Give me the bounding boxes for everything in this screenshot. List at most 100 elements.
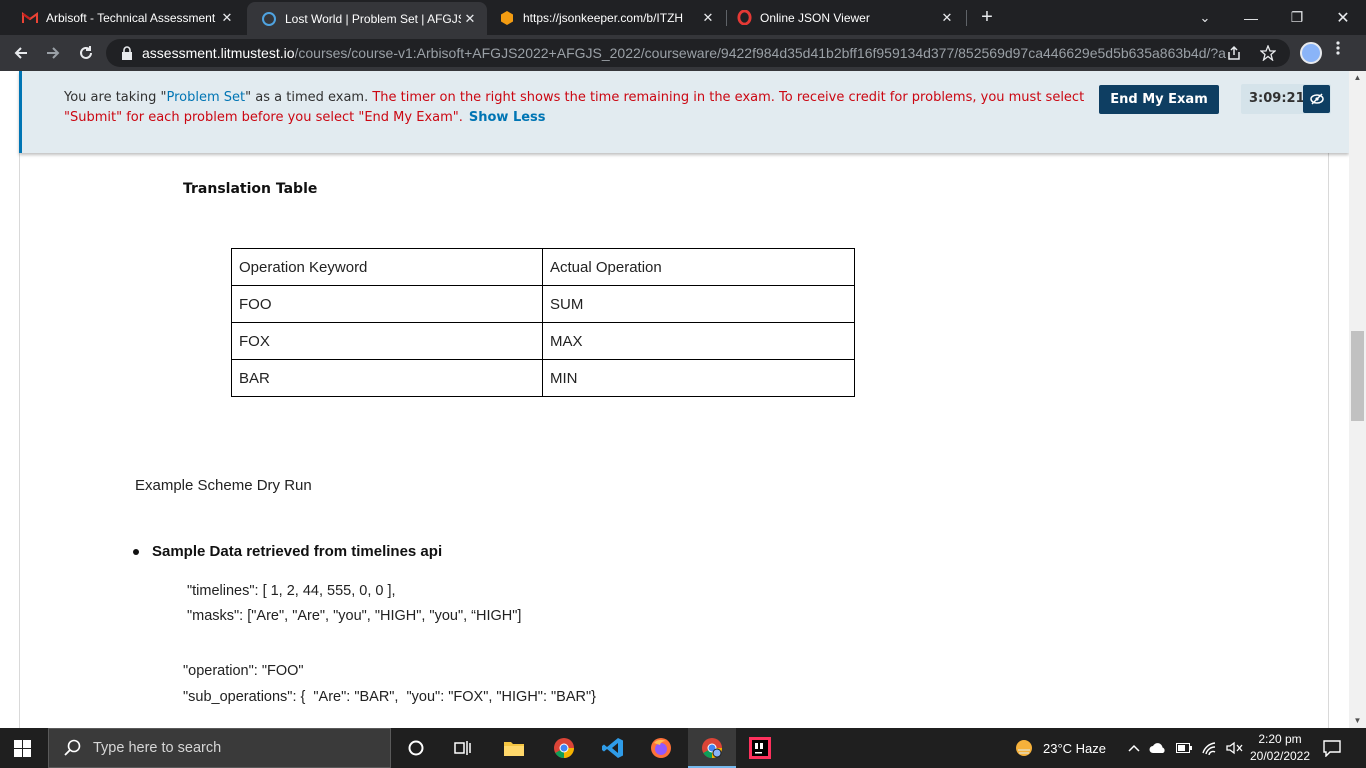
- eye-slash-icon: [1309, 93, 1324, 105]
- tab-title: https://jsonkeeper.com/b/ITZH: [523, 10, 684, 25]
- table-cell: SUM: [542, 285, 855, 323]
- table-cell: MIN: [542, 359, 855, 397]
- code-timelines: "timelines": [ 1, 2, 44, 555, 0, 0 ],: [187, 583, 396, 599]
- reload-button[interactable]: [73, 40, 99, 66]
- translation-table-heading: Translation Table: [183, 181, 318, 197]
- weather-haze-icon: [1016, 740, 1032, 756]
- clock-time: 2:20 pm: [1258, 732, 1302, 746]
- tab-separator: [966, 10, 967, 26]
- bullet-icon: [133, 548, 139, 555]
- volume-muted-icon[interactable]: [1226, 741, 1244, 755]
- clock-date: 20/02/2022: [1249, 749, 1311, 763]
- scroll-down-icon[interactable]: ▼: [1349, 714, 1366, 728]
- edx-icon: [261, 11, 277, 27]
- wifi-icon[interactable]: [1201, 741, 1217, 755]
- dry-run-heading: Example Scheme Dry Run: [135, 477, 312, 494]
- search-icon: [64, 739, 81, 756]
- end-my-exam-button[interactable]: End My Exam: [1099, 85, 1219, 114]
- battery-icon[interactable]: [1176, 743, 1192, 753]
- vscode-icon[interactable]: [601, 736, 625, 760]
- chrome-profile-icon[interactable]: [700, 736, 724, 760]
- onedrive-cloud-icon[interactable]: [1149, 742, 1167, 754]
- tab-title: Lost World | Problem Set | AFGJS: [285, 11, 461, 26]
- back-arrow-icon: [14, 47, 27, 59]
- tab-json-viewer[interactable]: Online JSON Viewer ✕: [722, 0, 964, 35]
- scrollbar-thumb[interactable]: [1351, 331, 1364, 421]
- taskbar-search-box[interactable]: Type here to search: [48, 728, 391, 768]
- table-cell: MAX: [542, 322, 855, 360]
- address-bar[interactable]: assessment.litmustest.io /courses/course…: [106, 39, 1290, 67]
- jsonkeeper-icon: [499, 10, 515, 26]
- close-window-button[interactable]: ✕: [1320, 0, 1366, 35]
- tab-jsonkeeper[interactable]: https://jsonkeeper.com/b/ITZH ✕: [485, 0, 725, 35]
- minimize-button[interactable]: —: [1228, 0, 1274, 35]
- exam-timer: 3:09:21: [1241, 84, 1331, 114]
- opera-icon: [736, 10, 752, 26]
- tab-close-icon[interactable]: ✕: [461, 11, 479, 27]
- banner-text-part: " as a timed exam.: [245, 90, 373, 105]
- task-view-icon[interactable]: [451, 736, 475, 760]
- table-cell: FOX: [231, 322, 543, 360]
- tab-search-dropdown-icon[interactable]: ⌄: [1182, 0, 1228, 35]
- lock-icon: [122, 46, 132, 60]
- translation-table: Operation Keyword Actual Operation FOO S…: [231, 248, 855, 397]
- restore-button[interactable]: ❐: [1274, 0, 1320, 35]
- firefox-icon[interactable]: [649, 736, 673, 760]
- tab-gmail[interactable]: Arbisoft - Technical Assessment - ✕: [8, 0, 244, 35]
- tab-title: Arbisoft - Technical Assessment -: [46, 10, 218, 25]
- tab-lost-world[interactable]: Lost World | Problem Set | AFGJS ✕: [247, 2, 487, 35]
- forward-button[interactable]: [40, 40, 66, 66]
- browser-menu-icon[interactable]: [1336, 40, 1340, 61]
- back-button[interactable]: [8, 40, 34, 66]
- search-placeholder: Type here to search: [93, 740, 222, 756]
- tab-title: Online JSON Viewer: [760, 10, 870, 25]
- code-sub-operations: "sub_operations": { "Are": "BAR", "you":…: [183, 689, 596, 705]
- file-explorer-icon[interactable]: [502, 736, 526, 760]
- new-tab-button[interactable]: +: [976, 6, 998, 28]
- hide-timer-button[interactable]: [1303, 85, 1330, 113]
- tab-close-icon[interactable]: ✕: [938, 10, 956, 26]
- show-less-link[interactable]: Show Less: [469, 110, 546, 125]
- browser-toolbar: assessment.litmustest.io /courses/course…: [0, 35, 1366, 71]
- weather-widget[interactable]: 23°C Haze: [1014, 728, 1106, 768]
- tab-close-icon[interactable]: ✕: [699, 10, 717, 26]
- notifications-icon[interactable]: [1323, 728, 1341, 768]
- page-content: You are taking "Problem Set" as a timed …: [0, 71, 1366, 728]
- table-row: FOO SUM: [231, 285, 855, 323]
- exam-type-label: Problem Set: [166, 90, 246, 105]
- list-item: Sample Data retrieved from timelines api: [133, 543, 442, 560]
- table-header-row: Operation Keyword Actual Operation: [231, 248, 855, 286]
- course-content-frame: [19, 71, 1329, 728]
- timer-value: 3:09:21: [1249, 91, 1305, 106]
- gmail-icon: [22, 10, 38, 26]
- reload-icon: [80, 46, 92, 59]
- timed-exam-banner: You are taking "Problem Set" as a timed …: [19, 71, 1349, 153]
- scroll-up-icon[interactable]: ▲: [1349, 71, 1366, 85]
- windows-start-icon[interactable]: [14, 740, 31, 757]
- bookmark-star-icon[interactable]: [1260, 45, 1276, 61]
- chevron-up-icon[interactable]: [1128, 744, 1140, 752]
- windows-taskbar: Type here to search 23°C Haze 2:20 pm 20…: [0, 728, 1366, 768]
- code-operation: "operation": "FOO": [183, 663, 304, 679]
- url-host: assessment.litmustest.io: [142, 45, 295, 61]
- tab-close-icon[interactable]: ✕: [218, 10, 236, 26]
- url-path: /courses/course-v1:Arbisoft+AFGJS2022+AF…: [294, 45, 1227, 61]
- chrome-icon[interactable]: [552, 736, 576, 760]
- table-header-cell: Actual Operation: [542, 248, 855, 286]
- banner-text-part: You are taking ": [64, 90, 167, 105]
- table-cell: BAR: [231, 359, 543, 397]
- share-icon[interactable]: [1226, 45, 1242, 61]
- system-tray: [1128, 728, 1244, 768]
- code-masks: "masks": ["Are", "Are", "you", "HIGH", "…: [187, 608, 522, 624]
- browser-tab-strip: Arbisoft - Technical Assessment - ✕ Lost…: [0, 0, 1366, 35]
- cortana-icon[interactable]: [404, 736, 428, 760]
- table-header-cell: Operation Keyword: [231, 248, 543, 286]
- system-clock[interactable]: 2:20 pm 20/02/2022: [1245, 731, 1315, 765]
- intellij-icon[interactable]: [748, 736, 772, 760]
- table-row: BAR MIN: [231, 359, 855, 397]
- bullet-text: Sample Data retrieved from timelines api: [152, 543, 443, 560]
- table-cell: FOO: [231, 285, 543, 323]
- forward-arrow-icon: [47, 47, 60, 59]
- profile-avatar[interactable]: [1300, 42, 1322, 64]
- exam-banner-message: You are taking "Problem Set" as a timed …: [64, 88, 1094, 128]
